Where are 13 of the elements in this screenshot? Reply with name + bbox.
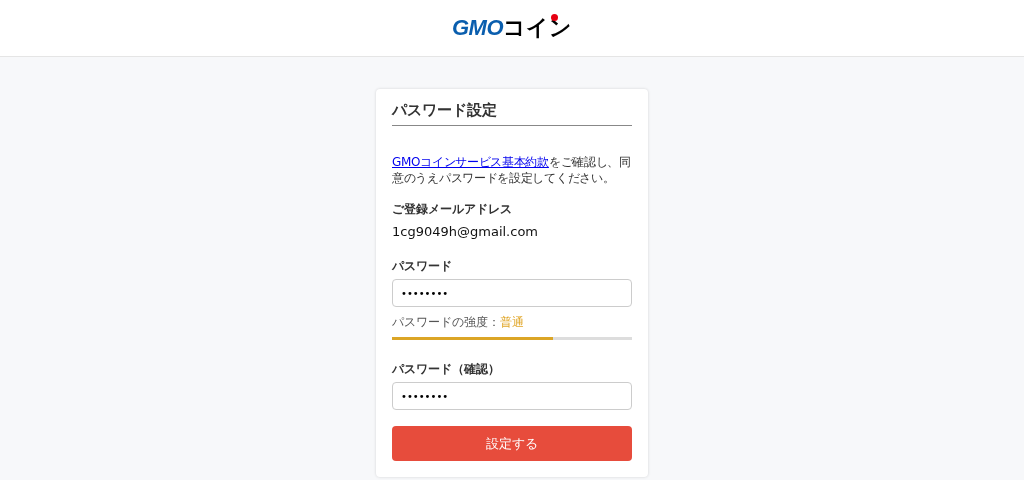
logo[interactable]: GMOコイン [452,17,572,39]
password-label: パスワード [392,258,453,275]
terms-link[interactable]: GMOコインサービス基本約款 [392,154,549,169]
strength-value: 普通 [500,314,524,331]
email-label: ご登録メールアドレス [392,200,513,218]
password-field[interactable]: •••••••• [392,279,632,307]
submit-button[interactable]: 設定する [392,426,632,461]
email-value: 1cg9049h@gmail.com [392,222,539,241]
confirm-label: パスワード（確認） [392,361,501,378]
intro-text: GMOコインサービス基本約款をご確認し、同意のうえパスワードを設定してください。 [392,153,632,186]
confirm-password-field[interactable]: •••••••• [392,382,632,410]
card-title: パスワード設定 [392,100,498,121]
strength-label: パスワードの強度： [392,314,500,331]
